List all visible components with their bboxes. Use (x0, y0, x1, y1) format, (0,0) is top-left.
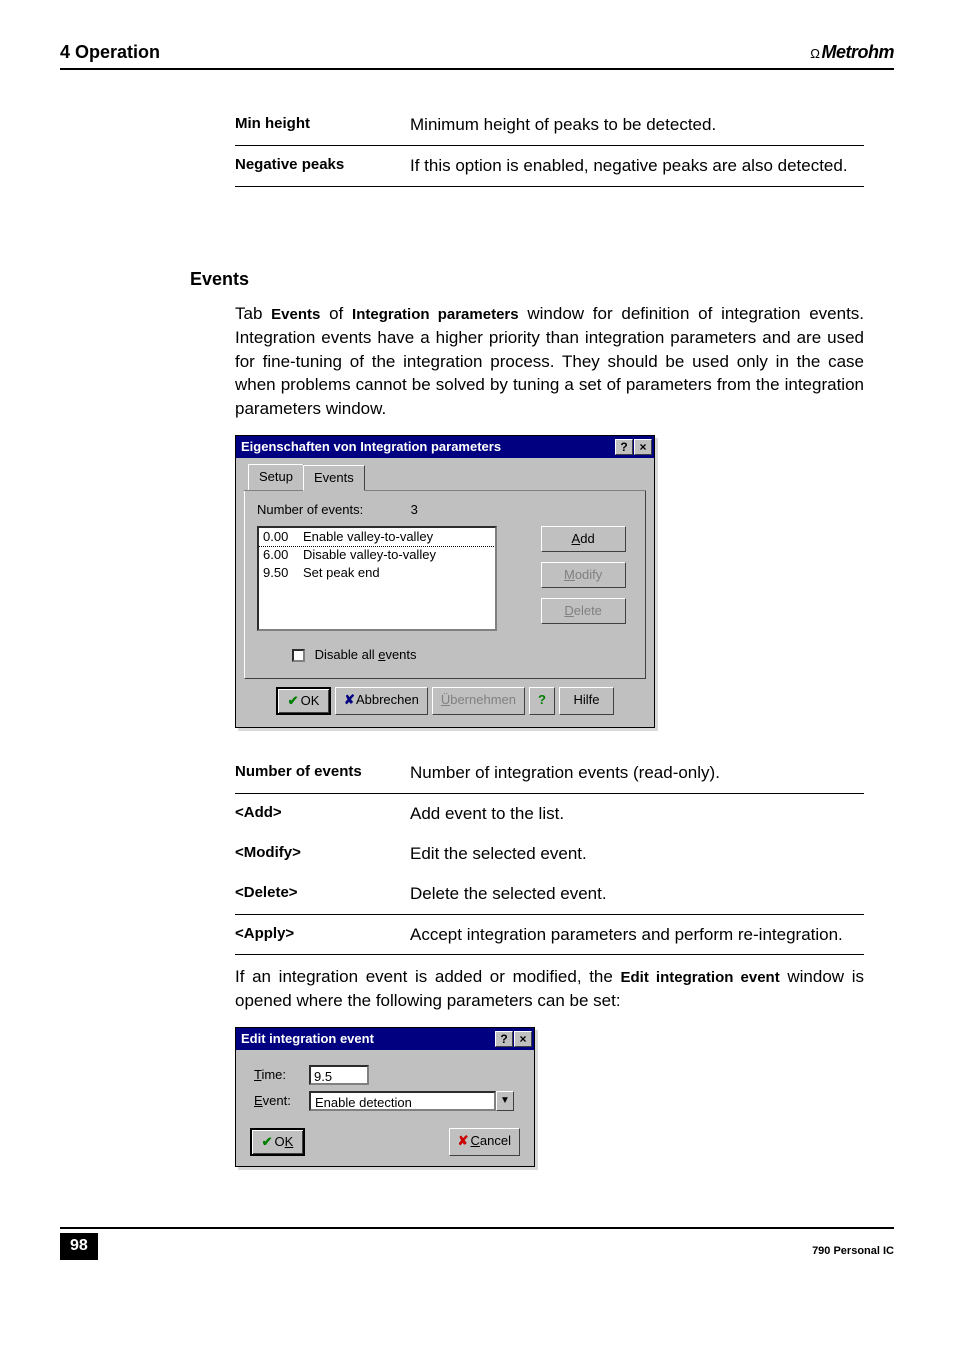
param-label: <Modify> (235, 842, 410, 866)
ok-button[interactable]: ✔OK (276, 687, 331, 715)
param-label: Negative peaks (235, 154, 410, 178)
param-desc: Add event to the list. (410, 802, 864, 826)
delete-button[interactable]: Delete (541, 598, 626, 624)
param-table-top: Min height Minimum height of peaks to be… (235, 105, 864, 187)
edit-event-note: If an integration event is added or modi… (235, 965, 864, 1013)
param-label: <Apply> (235, 923, 410, 947)
list-item[interactable]: 0.00 Enable valley-to-valley (259, 528, 495, 546)
page-header: 4 Operation ΩMetrohm (60, 40, 894, 70)
list-item[interactable]: 6.00 Disable valley-to-valley (259, 546, 495, 564)
question-icon: ? (538, 692, 546, 707)
chevron-down-icon[interactable]: ▼ (496, 1091, 514, 1111)
param-desc: Number of integration events (read-only)… (410, 761, 864, 785)
param-label: <Add> (235, 802, 410, 826)
brand-logo: ΩMetrohm (810, 40, 894, 65)
param-desc: If this option is enabled, negative peak… (410, 154, 864, 178)
num-events-value: 3 (411, 502, 418, 517)
x-icon: ✘ (344, 692, 355, 707)
param-row: <Modify> Edit the selected event. (235, 834, 864, 874)
events-listbox[interactable]: 0.00 Enable valley-to-valley 6.00 Disabl… (257, 526, 497, 631)
param-label: Min height (235, 113, 410, 137)
param-label: Number of events (235, 761, 410, 785)
page-number: 98 (60, 1233, 98, 1259)
event-label: Event: (254, 1092, 309, 1110)
x-icon: ✘ (458, 1133, 469, 1148)
tab-events[interactable]: Events (303, 465, 365, 491)
dialog-title: Edit integration event (241, 1030, 494, 1048)
context-help-button[interactable]: ? (529, 687, 555, 715)
cancel-button[interactable]: ✘Cancel (449, 1128, 520, 1156)
param-label: <Delete> (235, 882, 410, 906)
check-icon: ✔ (288, 693, 299, 708)
param-desc: Delete the selected event. (410, 882, 864, 906)
param-row: Negative peaks If this option is enabled… (235, 146, 864, 187)
edit-integration-event-dialog: Edit integration event ? × Time: 9.5 Eve… (235, 1027, 535, 1167)
help-button[interactable]: Hilfe (559, 687, 614, 715)
section-heading-events: Events (190, 267, 894, 292)
time-input[interactable]: 9.5 (309, 1065, 369, 1085)
param-row: <Add> Add event to the list. (235, 794, 864, 834)
add-button[interactable]: Add (541, 526, 626, 552)
dialog-title: Eigenschaften von Integration parameters (241, 438, 614, 456)
help-icon[interactable]: ? (615, 439, 633, 455)
param-row: <Delete> Delete the selected event. (235, 874, 864, 915)
event-combo-value: Enable detection (309, 1091, 496, 1111)
dialog-titlebar: Eigenschaften von Integration parameters… (236, 436, 654, 458)
param-desc: Edit the selected event. (410, 842, 864, 866)
apply-button[interactable]: Übernehmen (432, 687, 525, 715)
events-intro-text: Tab Events of Integration parameters win… (235, 302, 864, 421)
param-table-bottom: Number of events Number of integration e… (235, 753, 864, 955)
dialog-titlebar: Edit integration event ? × (236, 1028, 534, 1050)
page-footer: 98 790 Personal IC (60, 1227, 894, 1259)
integration-params-dialog: Eigenschaften von Integration parameters… (235, 435, 655, 729)
ok-button[interactable]: ✔OK (250, 1128, 305, 1156)
omega-icon: Ω (810, 46, 819, 61)
param-desc: Accept integration parameters and perfor… (410, 923, 864, 947)
tab-setup[interactable]: Setup (248, 464, 304, 490)
doc-title: 790 Personal IC (812, 1244, 894, 1259)
help-icon[interactable]: ? (495, 1031, 513, 1047)
param-row: Min height Minimum height of peaks to be… (235, 105, 864, 146)
param-row: <Apply> Accept integration parameters an… (235, 915, 864, 956)
param-desc: Minimum height of peaks to be detected. (410, 113, 864, 137)
dialog-button-bar: ✔OK ✘Abbrechen Übernehmen ? Hilfe (244, 679, 646, 717)
modify-button[interactable]: Modify (541, 562, 626, 588)
num-events-row: Number of events: 3 (257, 501, 633, 519)
disable-all-row[interactable]: Disable all events (257, 646, 633, 664)
check-icon: ✔ (262, 1134, 273, 1149)
close-icon[interactable]: × (634, 439, 652, 455)
cancel-button[interactable]: ✘Abbrechen (335, 687, 428, 715)
tab-row: Setup Events (244, 464, 646, 491)
disable-all-label: Disable all events (315, 647, 417, 662)
param-row: Number of events Number of integration e… (235, 753, 864, 794)
events-tab-panel: Number of events: 3 0.00 Enable valley-t… (244, 491, 646, 679)
num-events-label: Number of events: (257, 501, 407, 519)
checkbox-icon[interactable] (292, 649, 305, 662)
chapter-title: 4 Operation (60, 40, 160, 65)
time-label: Time: (254, 1066, 309, 1084)
list-item[interactable]: 9.50 Set peak end (259, 564, 495, 582)
close-icon[interactable]: × (514, 1031, 532, 1047)
event-combobox[interactable]: Enable detection ▼ (309, 1091, 514, 1111)
